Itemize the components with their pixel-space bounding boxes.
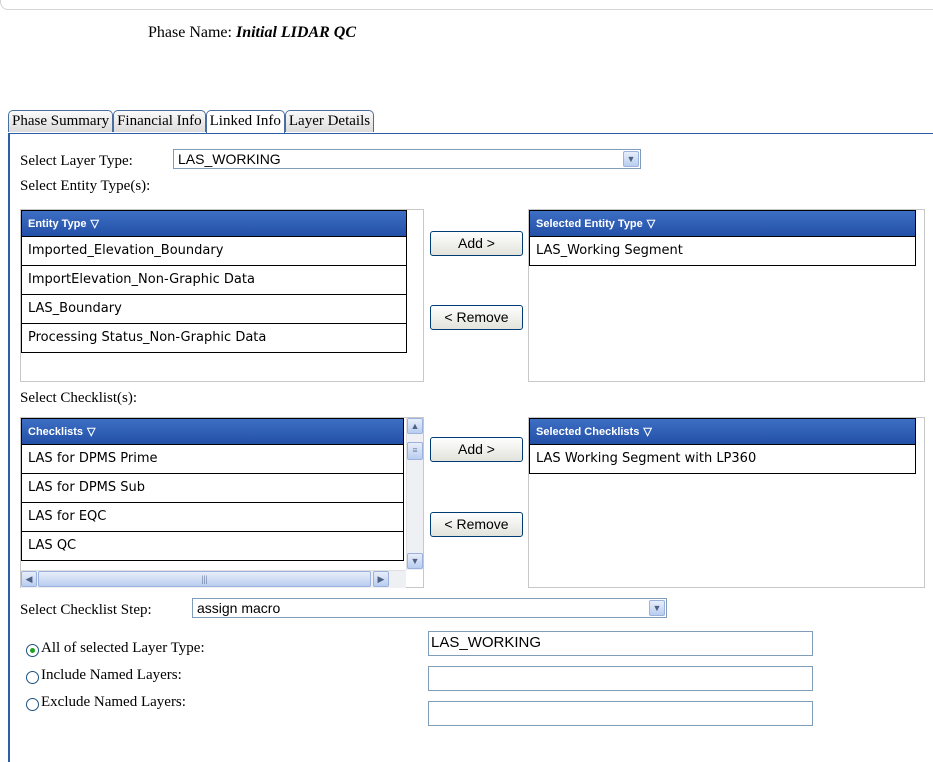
horizontal-scrollbar[interactable]: ◀ ||| ▶ [21,570,406,588]
entity-section-label: Select Entity Type(s): [20,178,151,194]
tab-linked-info[interactable]: Linked Info [205,110,285,133]
chevron-down-icon[interactable]: ▼ [623,151,639,167]
exclude-named-layers-label: Exclude Named Layers: [41,694,186,710]
phase-name-label: Phase Name: [148,24,232,41]
checklist-step-value: assign macro [197,600,281,616]
linked-info-panel: Select Layer Type: LAS_WORKING ▼ Select … [8,133,933,762]
list-item[interactable]: ImportElevation_Non-Graphic Data [21,266,407,295]
remove-entity-button[interactable]: < Remove [430,305,523,330]
filter-icon[interactable]: ▽ [647,218,655,230]
include-named-layers-label: Include Named Layers: [41,667,182,683]
selected-entity-header[interactable]: Selected Entity Type ▽ [529,210,916,237]
top-frame-edge [0,0,933,10]
scroll-up-icon[interactable]: ▲ [407,418,423,434]
checklist-header-label: Checklists [28,426,84,438]
list-item[interactable]: Processing Status_Non-Graphic Data [21,324,407,353]
scroll-down-icon[interactable]: ▼ [407,553,423,569]
phase-name-value: Initial LIDAR QC [235,24,357,41]
list-item[interactable]: LAS_Working Segment [529,237,916,266]
scroll-thumb[interactable]: ≡ [407,442,423,460]
list-item[interactable]: LAS QC [21,532,404,561]
chevron-down-icon[interactable]: ▼ [649,600,665,616]
all-layer-type-label: All of selected Layer Type: [41,640,205,656]
entity-type-header[interactable]: Entity Type ▽ [21,210,407,237]
filter-icon[interactable]: ▽ [643,426,651,438]
filter-icon[interactable]: ▽ [90,218,98,230]
list-item[interactable]: LAS Working Segment with LP360 [529,445,916,474]
selected-checklist-header[interactable]: Selected Checklists ▽ [529,418,916,445]
tab-bar: Phase Summary Financial Info Linked Info… [8,110,375,133]
all-layer-type-field[interactable]: LAS_WORKING [428,631,813,656]
add-checklist-button[interactable]: Add > [430,437,523,462]
entity-type-grid: Entity Type ▽ Imported_Elevation_Boundary… [20,209,424,382]
phase-name: Phase Name: Initial LIDAR QC [148,24,356,42]
scroll-thumb-horizontal[interactable]: ||| [38,571,371,587]
tab-financial-info[interactable]: Financial Info [113,110,206,132]
entity-type-header-label: Entity Type [28,218,87,230]
include-named-layers-field[interactable] [428,666,813,691]
selected-entity-header-label: Selected Entity Type [536,218,643,230]
checklist-section-label: Select Checklist(s): [20,390,138,406]
list-item[interactable]: LAS for EQC [21,503,404,532]
selected-checklist-header-label: Selected Checklists [536,426,640,438]
checklist-step-label: Select Checklist Step: [20,602,152,618]
include-named-layers-radio[interactable] [26,671,39,684]
vertical-scrollbar[interactable]: ▲ ≡ ▼ [406,418,423,570]
exclude-named-layers-field[interactable] [428,701,813,726]
tab-phase-summary[interactable]: Phase Summary [8,110,114,132]
add-entity-button[interactable]: Add > [430,231,523,256]
checklist-step-select[interactable]: assign macro ▼ [192,598,667,618]
remove-checklist-button[interactable]: < Remove [430,512,523,537]
checklist-header[interactable]: Checklists ▽ [21,418,404,445]
layer-type-label: Select Layer Type: [20,153,133,169]
list-item[interactable]: LAS_Boundary [21,295,407,324]
exclude-named-layers-radio[interactable] [26,698,39,711]
tab-layer-details[interactable]: Layer Details [284,110,375,132]
list-item[interactable]: LAS for DPMS Sub [21,474,404,503]
filter-icon[interactable]: ▽ [87,426,95,438]
layer-type-select[interactable]: LAS_WORKING ▼ [173,149,641,169]
list-item[interactable]: Imported_Elevation_Boundary [21,237,407,266]
layer-type-value: LAS_WORKING [178,151,281,167]
selected-entity-grid: Selected Entity Type ▽ LAS_Working Segmen… [528,209,925,382]
list-item[interactable]: LAS for DPMS Prime [21,445,404,474]
checklist-grid: Checklists ▽ LAS for DPMS Prime LAS for D… [20,417,424,588]
selected-checklist-grid: Selected Checklists ▽ LAS Working Segment… [528,417,925,588]
scroll-right-icon[interactable]: ▶ [373,571,389,587]
scroll-left-icon[interactable]: ◀ [21,571,37,587]
all-layer-type-radio[interactable] [26,644,39,657]
